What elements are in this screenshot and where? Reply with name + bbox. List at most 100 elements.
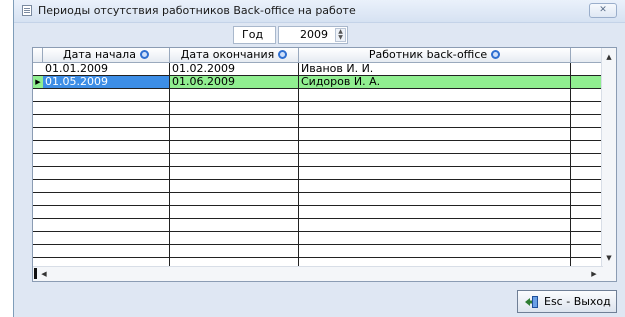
table-row[interactable]: ▶ 01.05.2009 01.06.2009 Сидоров И. А.	[33, 76, 603, 89]
table-cell[interactable]	[170, 141, 299, 153]
spin-down-icon[interactable]: ▼	[336, 35, 345, 41]
table-cell[interactable]	[299, 245, 571, 257]
row-indicator[interactable]	[33, 167, 43, 179]
row-indicator[interactable]	[33, 193, 43, 205]
row-indicator[interactable]	[33, 219, 43, 231]
table-cell[interactable]	[170, 219, 299, 231]
table-row[interactable]	[33, 154, 603, 167]
table-cell[interactable]	[43, 154, 170, 166]
table-row[interactable]: 01.01.2009 01.02.2009 Иванов И. И.	[33, 63, 603, 76]
column-header-start-date[interactable]: Дата начала	[43, 48, 170, 62]
table-cell[interactable]	[43, 206, 170, 218]
table-row[interactable]	[33, 193, 603, 206]
table-cell[interactable]	[571, 76, 603, 88]
table-cell[interactable]	[43, 180, 170, 192]
table-cell[interactable]	[43, 102, 170, 114]
table-row[interactable]	[33, 128, 603, 141]
table-cell[interactable]	[571, 219, 603, 231]
table-cell[interactable]	[170, 102, 299, 114]
table-cell[interactable]: 01.01.2009	[43, 63, 170, 75]
table-cell[interactable]	[571, 180, 603, 192]
table-cell[interactable]	[43, 128, 170, 140]
table-cell[interactable]: Сидоров И. А.	[299, 76, 571, 88]
table-cell[interactable]	[571, 232, 603, 244]
table-cell[interactable]	[43, 193, 170, 205]
table-cell[interactable]	[43, 89, 170, 101]
absence-grid[interactable]: Дата начала Дата окончания Работник back…	[32, 47, 617, 282]
table-row[interactable]	[33, 245, 603, 258]
table-cell[interactable]	[571, 193, 603, 205]
table-row[interactable]	[33, 232, 603, 245]
sort-icon[interactable]	[278, 50, 288, 59]
table-cell[interactable]	[170, 180, 299, 192]
table-cell[interactable]: Иванов И. И.	[299, 63, 571, 75]
row-indicator[interactable]	[33, 89, 43, 101]
table-cell[interactable]	[170, 89, 299, 101]
table-cell[interactable]	[571, 141, 603, 153]
table-row[interactable]	[33, 141, 603, 154]
row-indicator[interactable]	[33, 141, 43, 153]
vertical-scrollbar[interactable]: ▲ ▼	[601, 48, 616, 281]
table-cell[interactable]	[299, 102, 571, 114]
table-cell[interactable]	[299, 154, 571, 166]
table-cell[interactable]	[299, 180, 571, 192]
table-cell[interactable]	[43, 219, 170, 231]
table-cell[interactable]	[299, 167, 571, 179]
row-indicator[interactable]	[33, 128, 43, 140]
table-cell[interactable]	[571, 245, 603, 257]
table-row[interactable]	[33, 167, 603, 180]
sort-icon[interactable]	[139, 50, 149, 59]
table-row[interactable]	[33, 115, 603, 128]
table-cell[interactable]	[170, 206, 299, 218]
table-cell[interactable]	[170, 232, 299, 244]
table-cell[interactable]	[43, 245, 170, 257]
scroll-up-icon[interactable]: ▲	[602, 50, 616, 64]
table-cell[interactable]	[299, 115, 571, 127]
year-spin-buttons[interactable]: ▲ ▼	[335, 28, 346, 42]
table-cell[interactable]	[43, 115, 170, 127]
scroll-down-icon[interactable]: ▼	[602, 251, 616, 265]
table-row[interactable]	[33, 206, 603, 219]
table-cell[interactable]: 01.06.2009	[170, 76, 299, 88]
scroll-left-icon[interactable]: ◀	[37, 267, 51, 281]
table-cell[interactable]	[170, 128, 299, 140]
table-cell[interactable]	[170, 167, 299, 179]
table-cell[interactable]	[170, 193, 299, 205]
table-cell[interactable]	[571, 63, 603, 75]
close-button[interactable]: ✕	[589, 3, 617, 18]
row-indicator[interactable]	[33, 245, 43, 257]
table-cell[interactable]	[299, 141, 571, 153]
row-indicator[interactable]	[33, 180, 43, 192]
column-header-employee[interactable]: Работник back-office	[299, 48, 571, 62]
table-row[interactable]	[33, 180, 603, 193]
scroll-right-icon[interactable]: ▶	[587, 267, 601, 281]
table-cell[interactable]: 01.02.2009	[170, 63, 299, 75]
table-cell[interactable]	[571, 128, 603, 140]
row-indicator[interactable]	[33, 206, 43, 218]
table-cell[interactable]	[571, 167, 603, 179]
table-cell[interactable]	[571, 206, 603, 218]
table-cell[interactable]	[43, 167, 170, 179]
table-cell[interactable]	[170, 115, 299, 127]
table-cell[interactable]	[299, 206, 571, 218]
table-cell[interactable]	[571, 89, 603, 101]
table-row[interactable]	[33, 219, 603, 232]
table-cell[interactable]	[170, 154, 299, 166]
table-cell[interactable]	[299, 89, 571, 101]
row-indicator[interactable]: ▶	[33, 76, 43, 88]
table-cell[interactable]	[299, 128, 571, 140]
row-indicator[interactable]	[33, 63, 43, 75]
table-cell[interactable]	[299, 193, 571, 205]
table-cell[interactable]	[299, 219, 571, 231]
table-cell[interactable]	[43, 232, 170, 244]
exit-button[interactable]: Esc - Выход	[517, 290, 617, 313]
table-cell[interactable]	[571, 154, 603, 166]
table-cell[interactable]	[170, 245, 299, 257]
table-row[interactable]	[33, 102, 603, 115]
column-header-end-date[interactable]: Дата окончания	[170, 48, 299, 62]
row-indicator[interactable]	[33, 102, 43, 114]
table-cell[interactable]: 01.05.2009	[43, 76, 170, 88]
sort-icon[interactable]	[491, 50, 501, 59]
table-cell[interactable]	[571, 115, 603, 127]
row-indicator[interactable]	[33, 232, 43, 244]
